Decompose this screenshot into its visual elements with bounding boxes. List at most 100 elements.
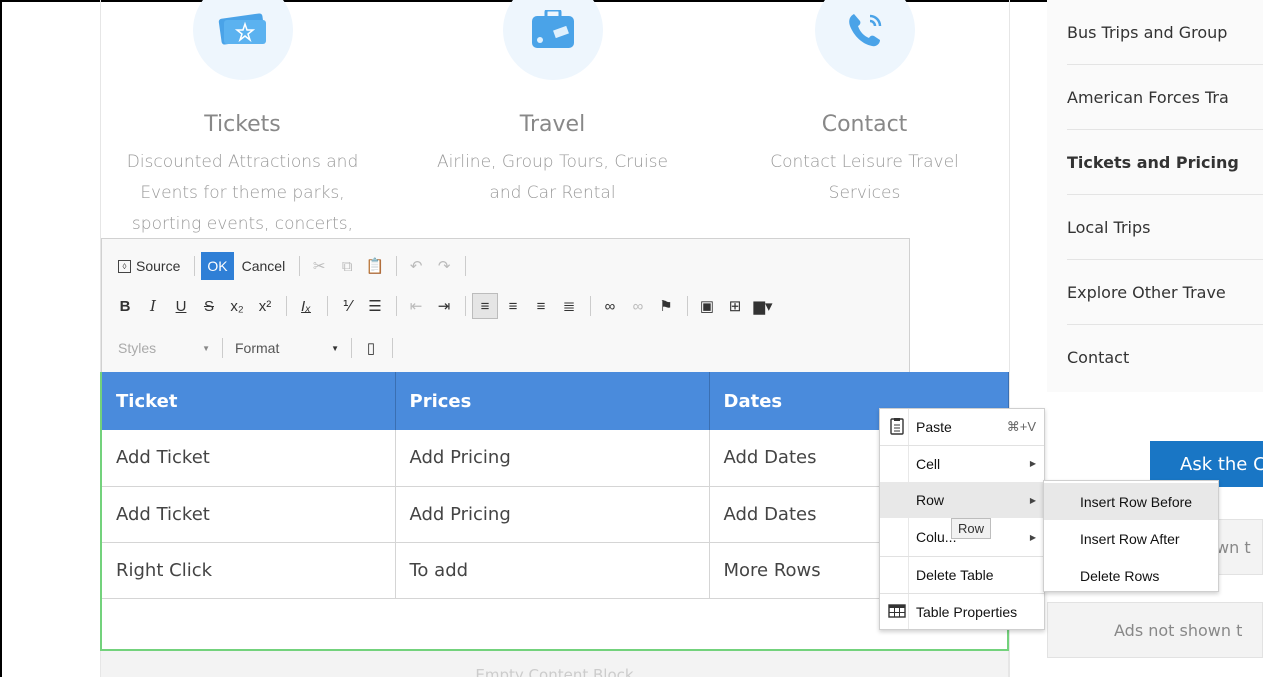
table-cell[interactable]: To add (395, 542, 710, 599)
unlink-icon[interactable]: ∞ (625, 293, 651, 319)
format-dropdown[interactable]: Format ▼ (229, 336, 345, 360)
feature-contact[interactable]: Contact Contact Leisure Travel Services (722, 0, 1007, 209)
toolbar-separator (396, 256, 398, 276)
strikethrough-icon[interactable]: S (196, 293, 222, 319)
menu-item-cell[interactable]: Cell ▶ (880, 445, 1044, 481)
sidebar-item-local-trips[interactable]: Local Trips (1067, 195, 1263, 260)
bold-icon[interactable]: B (112, 293, 138, 319)
sidebar-item-american-forces[interactable]: American Forces Tra (1067, 65, 1263, 130)
table-cell[interactable]: Add Pricing (395, 486, 710, 543)
align-center-icon[interactable]: ≡ (500, 293, 526, 319)
styles-dropdown[interactable]: Styles ▼ (112, 336, 216, 360)
table-cell[interactable]: Add Ticket (102, 486, 396, 543)
toolbar-separator (327, 296, 328, 316)
table-icon (888, 602, 908, 622)
superscript-icon[interactable]: x² (252, 293, 278, 319)
editable-table-region[interactable]: Ticket Prices Dates Add Ticket Add Prici… (100, 372, 1009, 651)
menu-item-table-properties[interactable]: Table Properties (880, 593, 1044, 629)
ok-button[interactable]: OK (201, 252, 234, 280)
menu-item-label: Delete Table (916, 566, 994, 583)
toolbar-separator (222, 338, 223, 358)
bulleted-list-icon[interactable]: ☰ (362, 293, 388, 319)
table-cell[interactable]: Add Ticket (102, 430, 396, 487)
suitcase-icon-circle (502, 0, 603, 80)
redo-icon[interactable]: ↷ (431, 253, 457, 279)
toolbar-separator (465, 296, 466, 316)
menu-item-label: Table Properties (916, 603, 1018, 620)
image-icon[interactable]: ▣ (694, 293, 720, 319)
tickets-icon-circle (192, 0, 293, 80)
menu-item-label: Row (916, 492, 945, 508)
italic-icon[interactable]: I (140, 293, 166, 319)
feature-desc-line: Airline, Group Tours, Cruise (437, 152, 668, 172)
submenu-arrow-icon: ▶ (1029, 532, 1036, 542)
menu-item-delete-table[interactable]: Delete Table (880, 556, 1044, 592)
align-justify-icon[interactable]: ≣ (556, 293, 582, 319)
underline-icon[interactable]: U (168, 293, 194, 319)
tooltip: Row (951, 518, 992, 539)
table-icon[interactable]: ⊞ (722, 293, 748, 319)
menu-item-row[interactable]: Row ▶ (880, 482, 1044, 518)
outdent-icon[interactable]: ⇤ (403, 293, 429, 319)
subscript-icon[interactable]: x₂ (224, 293, 250, 319)
show-blocks-icon[interactable]: ▯ (358, 335, 384, 361)
feature-desc-line: Discounted Attractions and (126, 152, 359, 172)
link-icon[interactable]: ∞ (597, 293, 623, 319)
table-header-cell[interactable]: Ticket (102, 372, 396, 430)
menu-item-paste[interactable]: Paste ⌘+V (880, 409, 1044, 445)
feature-desc-line: Contact Leisure Travel (770, 152, 959, 172)
feature-title: Contact (821, 112, 908, 137)
table-header-cell[interactable]: Prices (395, 372, 710, 430)
toolbar-row-2: B I U S x₂ x² Iₓ ⅟ ☰ ⇤ ⇥ ≡ ≡ ≡ ≣ ∞ ∞ ⚑ ▣… (102, 289, 778, 323)
sidebar-item-bus-trips[interactable]: Bus Trips and Group (1067, 0, 1263, 65)
chevron-down-icon: ▼ (331, 343, 339, 353)
toolbar-separator (465, 256, 467, 276)
layout-dropdown-icon[interactable]: ▆▾ (750, 293, 776, 319)
feature-tickets[interactable]: Tickets Discounted Attractions and Event… (100, 0, 385, 240)
toolbar-row-3: Styles ▼ Format ▼ ▯ (102, 331, 399, 365)
feature-title: Tickets (204, 112, 281, 137)
toolbar-separator (299, 256, 301, 276)
sidebar-item-tickets-pricing[interactable]: Tickets and Pricing (1067, 130, 1263, 195)
copy-icon[interactable]: ⧉ (334, 253, 360, 279)
paste-icon[interactable]: 📋 (362, 253, 388, 279)
indent-icon[interactable]: ⇥ (431, 293, 457, 319)
format-label: Format (235, 340, 280, 356)
suitcase-icon (531, 10, 574, 48)
anchor-flag-icon[interactable]: ⚑ (653, 293, 679, 319)
phone-icon (848, 14, 881, 47)
menu-item-delete-rows[interactable]: Delete Rows (1044, 557, 1218, 594)
toolbar-separator (351, 338, 352, 358)
menu-item-insert-row-before[interactable]: Insert Row Before (1044, 483, 1218, 520)
sidebar-nav: Bus Trips and Group American Forces Tra … (1047, 0, 1263, 392)
source-label: Source (136, 258, 181, 274)
menu-item-label: Cell (916, 455, 941, 472)
window-frame-left (0, 0, 2, 677)
toolbar-separator (687, 296, 688, 316)
cancel-button[interactable]: Cancel (236, 252, 292, 280)
menu-item-insert-row-after[interactable]: Insert Row After (1044, 520, 1218, 557)
source-button[interactable]: ◊ Source (112, 252, 186, 280)
toolbar-separator (392, 338, 393, 358)
table-cell[interactable]: Right Click (102, 542, 396, 599)
feature-desc-line: and Car Rental (489, 183, 616, 203)
source-icon: ◊ (118, 259, 131, 273)
cut-icon[interactable]: ✂ (306, 253, 332, 279)
table-cell[interactable]: Add Pricing (395, 430, 710, 487)
toolbar-separator (286, 296, 287, 316)
align-left-icon[interactable]: ≡ (472, 293, 498, 319)
table-header-row: Ticket Prices Dates (102, 372, 1009, 430)
sidebar-item-contact[interactable]: Contact (1067, 325, 1263, 390)
submenu-arrow-icon: ▶ (1029, 495, 1036, 505)
empty-content-block[interactable]: Empty Content Block (100, 651, 1009, 677)
remove-format-icon[interactable]: Iₓ (293, 293, 319, 319)
align-right-icon[interactable]: ≡ (528, 293, 554, 319)
sidebar-item-explore-other[interactable]: Explore Other Trave (1067, 260, 1263, 325)
feature-title: Travel (519, 112, 586, 137)
submenu-arrow-icon: ▶ (1029, 459, 1036, 468)
numbered-list-icon[interactable]: ⅟ (334, 293, 360, 319)
toolbar-separator (396, 296, 397, 316)
feature-travel[interactable]: Travel Airline, Group Tours, Cruise and … (410, 0, 695, 209)
toolbar-separator (590, 296, 591, 316)
undo-icon[interactable]: ↶ (403, 253, 429, 279)
